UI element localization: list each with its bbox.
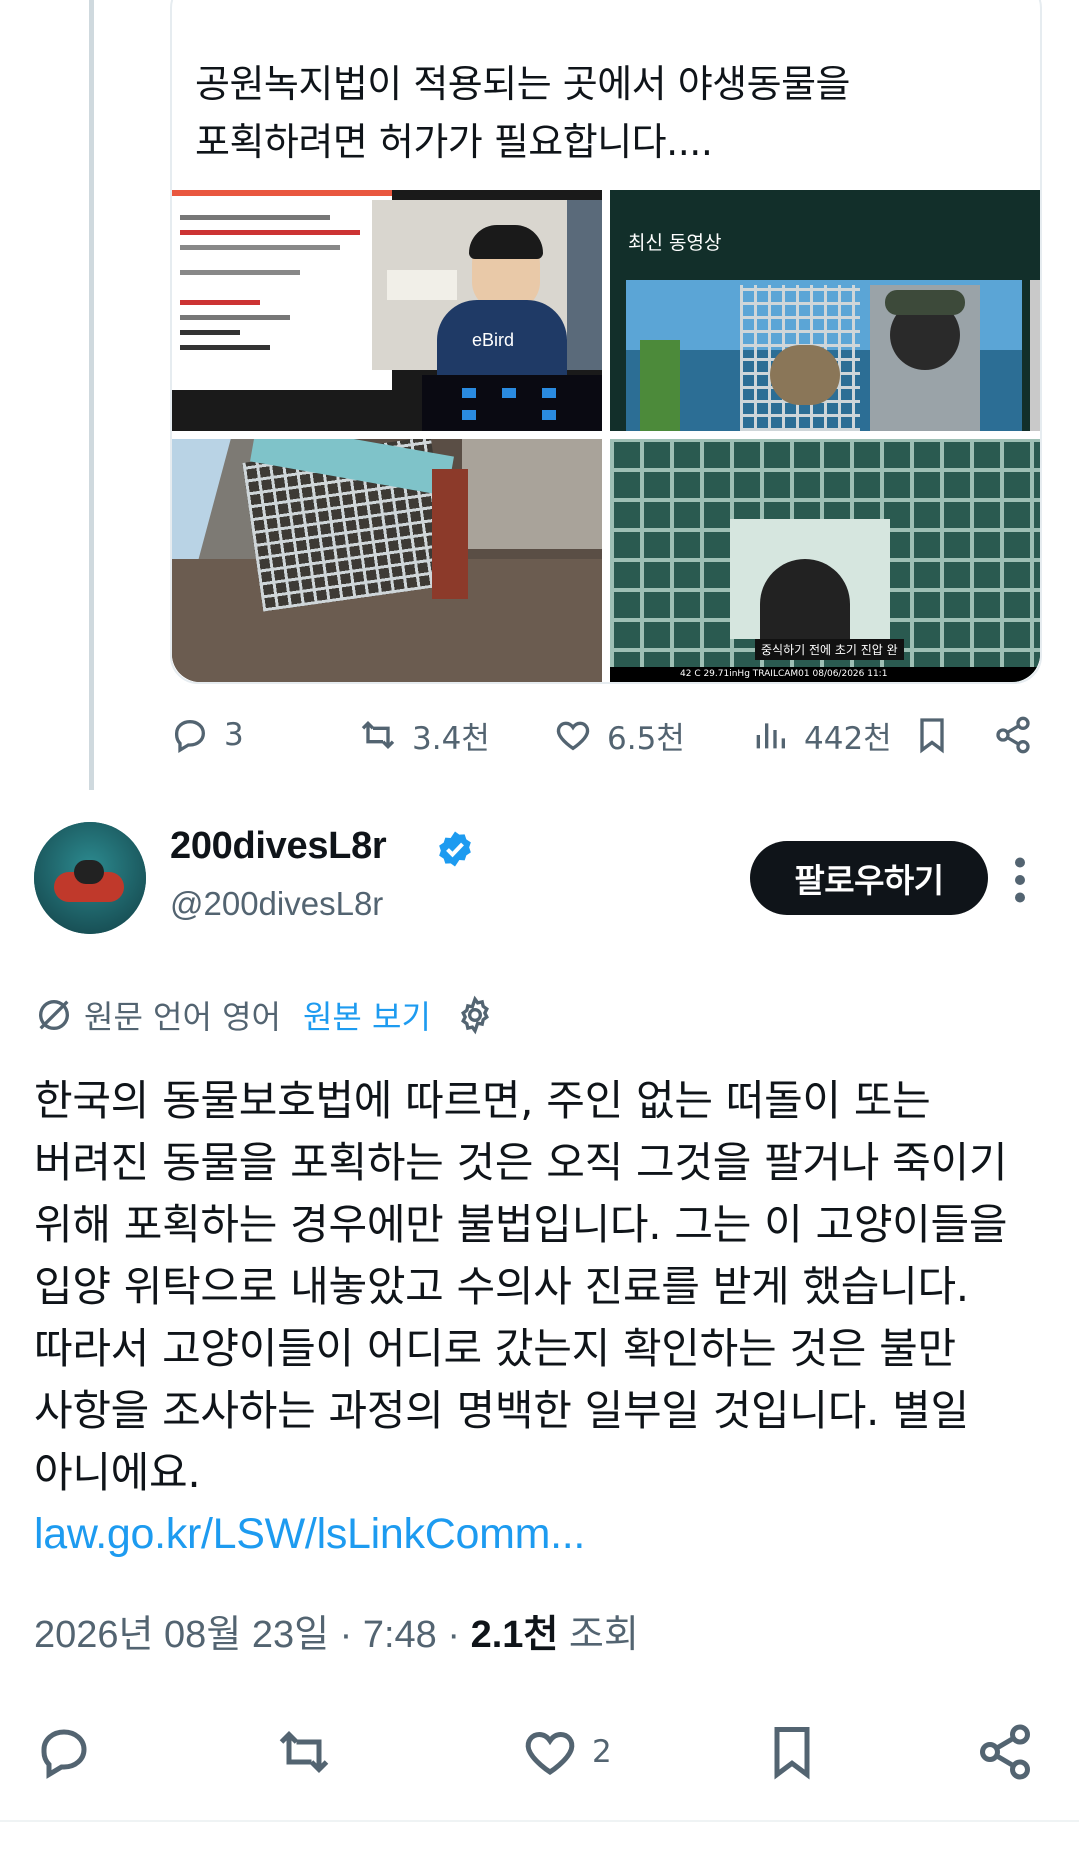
tweet-body: 한국의 동물보호법에 따르면, 주인 없는 떠돌이 또는 버려진 동물을 포획하… xyxy=(34,1070,1054,1504)
bottom-like-count: 2 xyxy=(592,1734,612,1770)
avatar[interactable] xyxy=(34,822,146,934)
quoted-text-line-2: 포획하려면 허가가 필요합니다.... xyxy=(195,120,713,164)
tweet-meta: 2026년 08월 23일 · 7:48 · 2.1천 조회 xyxy=(34,1603,639,1658)
media-tile-1[interactable]: eBird xyxy=(172,190,602,431)
views-count: 442천 xyxy=(804,720,892,757)
retweet-count: 3.4천 xyxy=(412,720,490,757)
retweet-icon xyxy=(361,720,395,750)
tile4-subtitle: 중식하기 전에 초기 진압 완 xyxy=(755,639,904,660)
views-label: 조회 xyxy=(558,1614,639,1656)
body-line-2: 버려진 동물을 포획하는 것은 오직 그것을 팔거나 죽이기 xyxy=(34,1138,1008,1187)
bottom-bookmark-button[interactable] xyxy=(762,1712,822,1792)
body-line-6: 사항을 조사하는 과정의 명백한 일부일 것입니다. 별일 xyxy=(34,1386,969,1435)
body-line-4: 입양 위탁으로 내놓았고 수의사 진료를 받게 했습니다. xyxy=(34,1262,969,1311)
share-icon xyxy=(996,716,1030,754)
share-icon xyxy=(980,1724,1030,1780)
thread-connector-line xyxy=(89,0,94,790)
media-tile-2[interactable]: 최신 동영상 xyxy=(610,190,1040,431)
heart-icon xyxy=(525,1731,575,1775)
media-tile-3[interactable] xyxy=(172,439,602,682)
translation-label: 원문 언어 영어 xyxy=(84,998,281,1036)
retweet-button[interactable]: 3.4천 xyxy=(358,705,490,765)
retweet-icon xyxy=(279,1730,329,1774)
views-button[interactable]: 442천 xyxy=(750,705,892,765)
body-line-7: 아니에요. xyxy=(34,1448,201,1497)
tweet-action-bar: 2 xyxy=(0,1712,1079,1792)
bottom-share-button[interactable] xyxy=(975,1712,1035,1792)
tweet-link[interactable]: law.go.kr/LSW/lsLinkComm... xyxy=(34,1510,585,1559)
bottom-reply-button[interactable] xyxy=(34,1712,94,1792)
like-button[interactable]: 6.5천 xyxy=(553,705,685,765)
body-line-1: 한국의 동물보호법에 따르면, 주인 없는 떠돌이 또는 xyxy=(34,1076,931,1125)
body-line-3: 위해 포획하는 경우에만 불법입니다. 그는 이 고양이들을 xyxy=(34,1200,1008,1249)
media-grid: eBird 최신 동영상 중식하기 전에 초기 진압 완 42 C 29.71i… xyxy=(172,190,1040,682)
tile1-caption: eBird xyxy=(472,330,515,350)
reply-count: 3 xyxy=(224,717,244,753)
tweet-date[interactable]: 2026년 08월 23일 · 7:48 · xyxy=(34,1614,471,1656)
verified-badge-icon xyxy=(439,831,471,867)
bottom-divider xyxy=(0,1820,1079,1822)
tile2-title: 최신 동영상 xyxy=(628,232,722,254)
author-name[interactable]: 200divesL8r xyxy=(170,825,387,868)
bookmark-icon xyxy=(920,718,944,754)
translate-icon xyxy=(39,1000,69,1030)
bottom-like-button[interactable]: 2 xyxy=(520,1712,612,1792)
media-tile-4[interactable]: 중식하기 전에 초기 진압 완 42 C 29.71inHg TRAILCAM0… xyxy=(610,439,1040,682)
gear-icon[interactable] xyxy=(455,995,495,1035)
more-options-icon[interactable] xyxy=(1005,855,1035,905)
author-handle[interactable]: @200divesL8r xyxy=(170,885,383,923)
quoted-text-line-1: 공원녹지법이 적용되는 곳에서 야생동물을 xyxy=(195,62,851,106)
tile4-info-bar: 42 C 29.71inHg TRAILCAM01 08/06/2026 11:… xyxy=(610,667,1040,682)
follow-button[interactable]: 팔로우하기 xyxy=(750,841,988,915)
views-number: 2.1천 xyxy=(470,1614,559,1656)
view-original-link[interactable]: 원본 보기 xyxy=(303,992,431,1038)
bookmark-button[interactable] xyxy=(912,705,966,765)
reply-icon xyxy=(175,719,206,753)
heart-icon xyxy=(556,721,590,751)
reply-button[interactable]: 3 xyxy=(170,705,244,765)
views-icon xyxy=(756,723,785,749)
body-line-5: 따라서 고양이들이 어디로 갔는지 확인하는 것은 불만 xyxy=(34,1324,956,1373)
bottom-retweet-button[interactable] xyxy=(274,1712,334,1792)
quoted-action-bar: 3 3.4천 6.5천 442천 xyxy=(170,705,1040,765)
share-button[interactable] xyxy=(993,705,1047,765)
translation-row: 원문 언어 영어 원본 보기 xyxy=(34,990,505,1040)
bookmark-icon xyxy=(774,1727,810,1780)
quoted-tweet-text: 공원녹지법이 적용되는 곳에서 야생동물을 포획하려면 허가가 필요합니다...… xyxy=(195,55,851,171)
reply-icon xyxy=(41,1729,87,1779)
like-count: 6.5천 xyxy=(607,720,685,757)
